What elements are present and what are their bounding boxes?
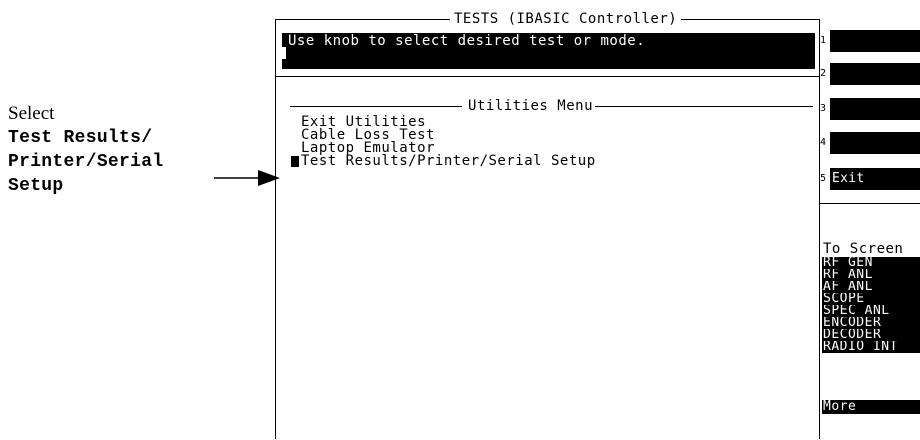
prompt-message: Use knob to select desired test or mode. xyxy=(282,33,815,69)
softkey-label xyxy=(830,132,920,154)
pointer-arrow-icon xyxy=(214,170,280,186)
menu-header-rule-left xyxy=(290,106,462,107)
menu-header: Utilities Menu xyxy=(290,97,813,115)
softkey-number: 2 xyxy=(820,68,827,79)
softkey-2[interactable]: 2 xyxy=(820,63,920,85)
softkey-section-divider xyxy=(819,203,920,204)
softkey-label xyxy=(830,98,920,120)
softkey-5-exit[interactable]: 5 Exit xyxy=(820,168,920,190)
softkey-number: 5 xyxy=(820,173,827,184)
more-button[interactable]: More xyxy=(822,400,920,414)
softkey-number: 3 xyxy=(820,103,827,114)
softkey-label xyxy=(830,63,920,85)
prompt-text: Use knob to select desired test or mode. xyxy=(288,33,646,49)
to-screen-scope[interactable]: SCOPE xyxy=(822,293,920,305)
instruction-command-line: Test Results/ xyxy=(8,128,153,148)
menu-title: Utilities Menu xyxy=(466,97,596,115)
to-screen-label: To Screen xyxy=(823,241,904,257)
instruction-command-line: Setup xyxy=(8,176,64,196)
softkey-number: 1 xyxy=(820,35,827,46)
softkey-number: 4 xyxy=(820,137,827,148)
prompt-divider xyxy=(275,76,820,77)
menu-header-rule-right xyxy=(580,106,813,107)
softkey-4[interactable]: 4 xyxy=(820,132,920,154)
to-screen-rf-gen[interactable]: RF GEN xyxy=(822,257,920,269)
prompt-cursor xyxy=(282,47,286,59)
instruction-intro: Select xyxy=(8,103,55,124)
instruction-callout: Select Test Results/ Printer/Serial Setu… xyxy=(8,102,218,198)
to-screen-radio-int[interactable]: RADIO INT xyxy=(822,341,920,353)
to-screen-list: RF GEN RF ANL AF ANL SCOPE SPEC ANL ENCO… xyxy=(822,257,920,353)
instruction-command-line: Printer/Serial xyxy=(8,152,164,172)
utilities-menu: Exit Utilities Cable Loss Test Laptop Em… xyxy=(291,115,596,168)
to-screen-af-anl[interactable]: AF ANL xyxy=(822,281,920,293)
to-screen-rf-anl[interactable]: RF ANL xyxy=(822,269,920,281)
softkey-3[interactable]: 3 xyxy=(820,98,920,120)
instrument-screen: TESTS (IBASIC Controller) Use knob to se… xyxy=(275,10,920,440)
to-screen-spec-anl[interactable]: SPEC ANL xyxy=(822,305,920,317)
softkey-label xyxy=(830,30,920,52)
screen-left-border xyxy=(275,19,276,439)
softkey-1[interactable]: 1 xyxy=(820,30,920,52)
softkey-label: Exit xyxy=(830,168,920,190)
menu-item-test-results-printer-serial-setup[interactable]: Test Results/Printer/Serial Setup xyxy=(291,154,596,168)
to-screen-decoder[interactable]: DECODER xyxy=(822,329,920,341)
screen-title: TESTS (IBASIC Controller) xyxy=(450,10,682,28)
to-screen-encoder[interactable]: ENCODER xyxy=(822,317,920,329)
selection-cursor-icon xyxy=(291,156,299,167)
